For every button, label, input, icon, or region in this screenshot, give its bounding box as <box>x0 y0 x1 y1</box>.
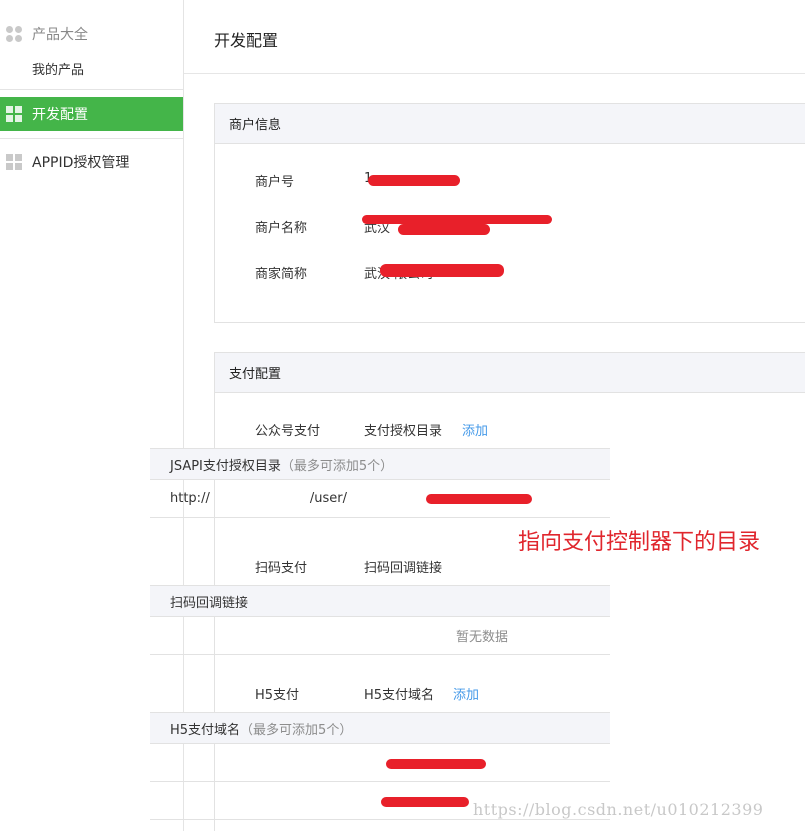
sidebar: 产品大全 我的产品 开发配置 APPID授权管理 <box>0 0 184 831</box>
h5-domain-label: H5支付域名 <box>364 688 435 703</box>
redaction-mark <box>381 797 469 807</box>
table-header-title: JSAPI支付授权目录 <box>170 458 281 474</box>
table-header-title: H5支付域名 <box>170 722 241 738</box>
sidebar-section-label: 产品大全 <box>32 27 88 43</box>
redaction-mark <box>398 224 490 235</box>
dir-url-suffix: /user/ <box>309 491 347 506</box>
redaction-mark <box>386 759 486 769</box>
sidebar-item-my-products[interactable]: 我的产品 <box>32 59 84 78</box>
panel-header: 支付配置 <box>215 353 805 393</box>
sidebar-item-label: 开发配置 <box>32 107 88 123</box>
table-row: http:// /user/ <box>150 480 610 518</box>
merchant-info-panel: 商户信息 <box>214 103 805 323</box>
redaction-mark <box>426 494 532 504</box>
watermark-text: https://blog.csdn.net/u010212399 <box>473 800 764 819</box>
table-header: H5支付域名 （最多可添加5个） <box>150 712 610 744</box>
jsapi-dir-table: JSAPI支付授权目录 （最多可添加5个） http:// /user/ <box>150 448 610 518</box>
table-header-hint: （最多可添加5个） <box>240 722 353 738</box>
table-header: JSAPI支付授权目录 （最多可添加5个） <box>150 448 610 480</box>
native-callback-label: 扫码回调链接 <box>364 561 443 576</box>
native-callback-table: 扫码回调链接 暂无数据 <box>150 585 610 655</box>
sidebar-item-appid-auth[interactable]: APPID授权管理 <box>0 145 183 179</box>
jsapi-auth-dir-label: 支付授权目录 <box>364 424 443 439</box>
empty-state-text: 暂无数据 <box>150 617 610 655</box>
redaction-mark <box>362 215 552 224</box>
sidebar-divider <box>0 138 183 139</box>
redaction-mark <box>368 175 460 186</box>
table-row <box>150 744 610 782</box>
h5-pay-label: H5支付 <box>255 688 300 703</box>
sidebar-section-products[interactable]: 产品大全 <box>0 22 183 46</box>
annotation-text: 指向支付控制器下的目录 <box>518 530 761 555</box>
merchant-name-label: 商户名称 <box>255 221 308 236</box>
dir-url-prefix: http:// <box>170 491 210 506</box>
apps-grid-icon <box>6 26 22 42</box>
page-title: 开发配置 <box>214 31 279 50</box>
title-divider <box>184 73 805 74</box>
native-pay-label: 扫码支付 <box>255 561 308 576</box>
table-header: 扫码回调链接 <box>150 585 610 617</box>
add-jsapi-dir-link[interactable]: 添加 <box>462 420 488 439</box>
sidebar-item-label: APPID授权管理 <box>32 155 130 171</box>
sidebar-item-dev-config[interactable]: 开发配置 <box>0 97 183 131</box>
merchant-id-label: 商户号 <box>255 175 295 190</box>
add-h5-domain-link[interactable]: 添加 <box>453 684 479 703</box>
sidebar-divider <box>0 89 183 90</box>
grid-icon <box>6 154 22 170</box>
jsapi-pay-label: 公众号支付 <box>255 424 321 439</box>
redaction-mark <box>380 264 504 277</box>
table-header-hint: （最多可添加5个） <box>280 458 394 474</box>
grid-icon <box>6 106 22 122</box>
merchant-short-name-label: 商家简称 <box>255 267 308 282</box>
panel-header: 商户信息 <box>215 104 805 144</box>
